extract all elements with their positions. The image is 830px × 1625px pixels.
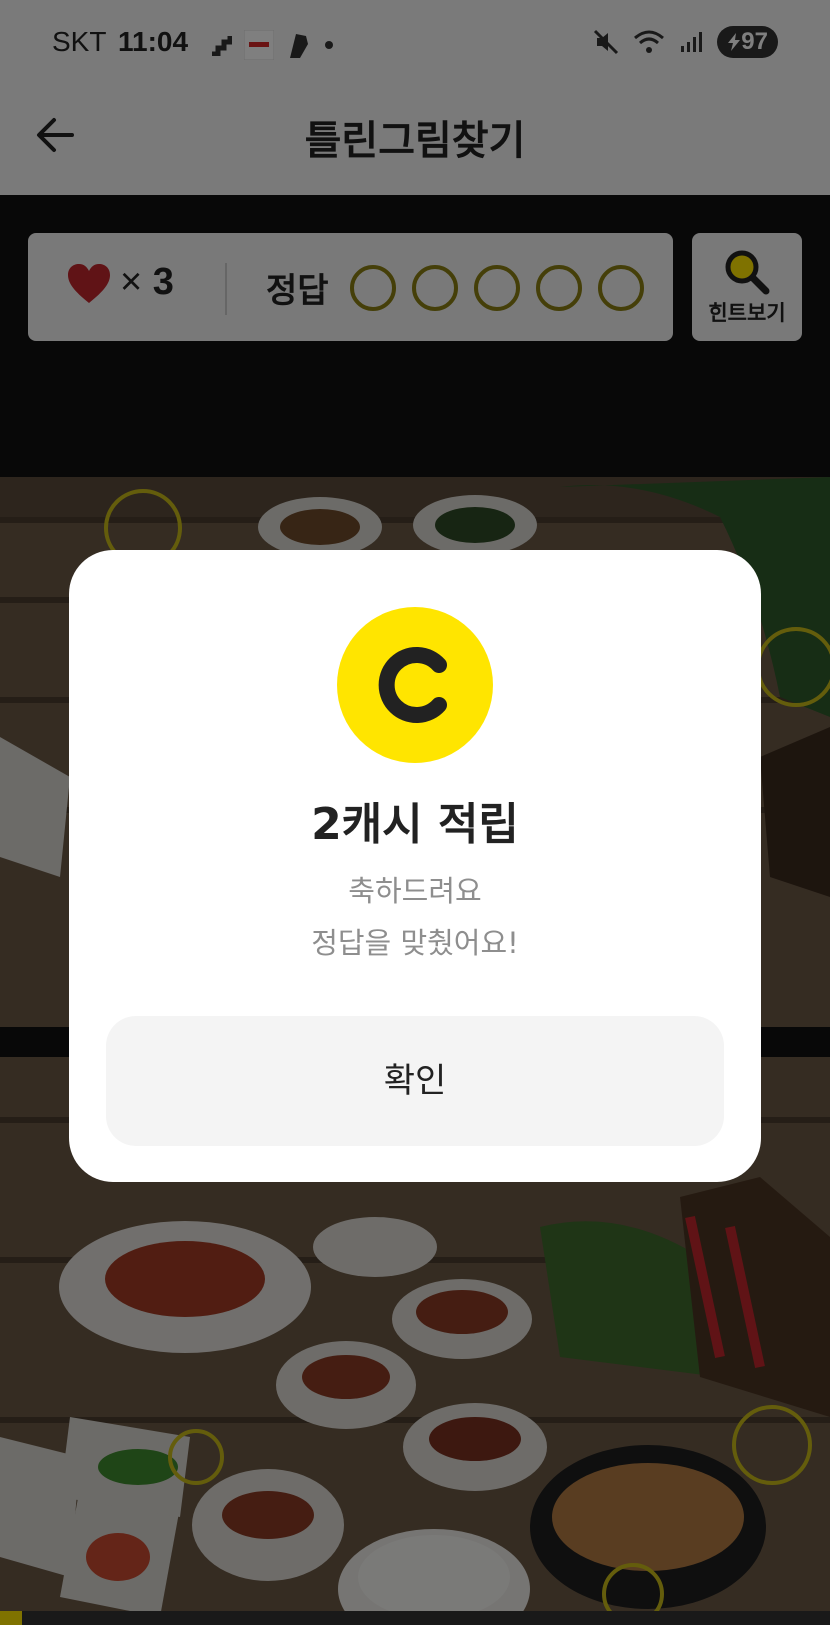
- reward-dialog: 2캐시 적립 축하드려요 정답을 맞췄어요! 확인: [69, 550, 761, 1182]
- correct-message: 정답을 맞췄어요!: [311, 926, 519, 960]
- cash-coin-icon: [337, 607, 493, 763]
- confirm-button[interactable]: 확인: [106, 1016, 724, 1146]
- reward-title: 2캐시 적립: [311, 799, 519, 850]
- congrats-message: 축하드려요: [348, 874, 482, 908]
- coin-letter-icon: [378, 647, 447, 723]
